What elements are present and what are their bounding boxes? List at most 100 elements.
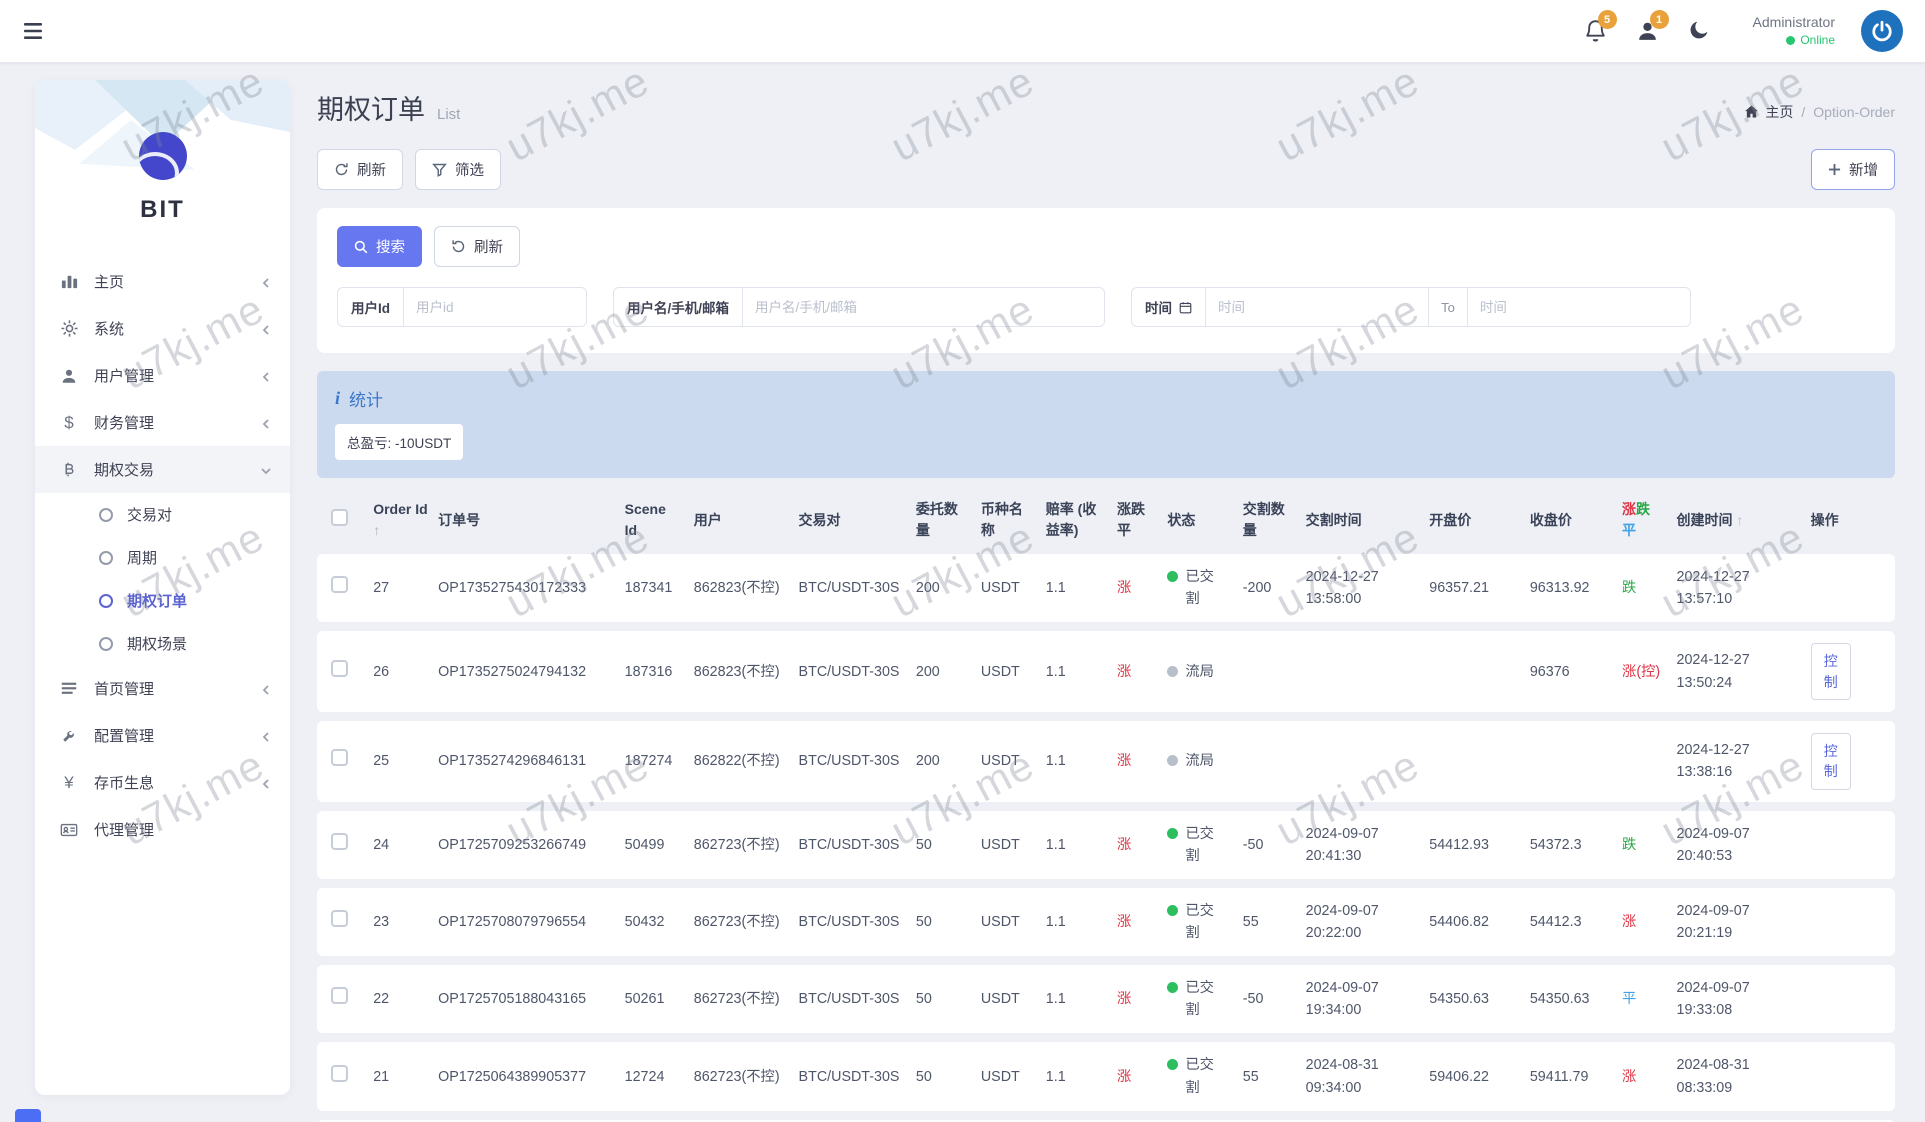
cell-open-price: 96357.21 xyxy=(1421,554,1522,622)
statistics-title: 统计 xyxy=(349,386,383,411)
cell-user: 862823(不控) xyxy=(686,631,791,712)
cell-settle-time xyxy=(1298,631,1422,712)
status-dot xyxy=(1167,1059,1178,1070)
time-end-input[interactable] xyxy=(1468,288,1690,326)
dark-mode-moon-icon[interactable] xyxy=(1687,18,1713,44)
sidebar-item-staking[interactable]: ¥ 存币生息 xyxy=(35,759,290,806)
gear-icon xyxy=(59,319,79,339)
cell-open-price: 54412.93 xyxy=(1421,811,1522,879)
row-checkbox[interactable] xyxy=(331,576,348,593)
chevron-left-icon xyxy=(260,370,272,382)
logo-icon xyxy=(139,132,187,180)
cell-action xyxy=(1803,965,1895,1033)
online-dot xyxy=(1786,36,1795,45)
col-created[interactable]: 创建时间 ↑ xyxy=(1669,495,1803,545)
bitcoin-icon xyxy=(59,460,79,480)
add-button[interactable]: 新增 xyxy=(1811,149,1895,190)
cell-settle-time: 2024-09-07 19:34:00 xyxy=(1298,965,1422,1033)
sidebar-item-config[interactable]: 配置管理 xyxy=(35,712,290,759)
funnel-icon xyxy=(432,162,447,177)
cell-odds: 1.1 xyxy=(1038,811,1109,879)
status-dot xyxy=(1167,666,1178,677)
cell-close-price: 54350.63 xyxy=(1522,965,1614,1033)
sidebar-subitem-periods[interactable]: 周期 xyxy=(35,536,290,579)
col-order-no: 订单号 xyxy=(430,495,617,545)
cell-created: 2024-09-07 20:21:19 xyxy=(1669,888,1803,956)
table-row: 24 OP1725709253266749 50499 862723(不控) B… xyxy=(317,811,1895,879)
sidebar-item-home[interactable]: 主页 xyxy=(35,258,290,305)
user-id-filter: 用户Id xyxy=(337,287,587,327)
cell-status: 已交割 xyxy=(1159,888,1234,956)
circle-icon xyxy=(99,637,113,651)
cell-odds: 1.1 xyxy=(1038,721,1109,802)
col-action: 操作 xyxy=(1803,495,1895,545)
cell-open-price: 54406.82 xyxy=(1421,888,1522,956)
cell-odds: 1.1 xyxy=(1038,554,1109,622)
row-checkbox[interactable] xyxy=(331,1065,348,1082)
calendar-icon xyxy=(1179,301,1192,314)
sidebar-item-agents[interactable]: 代理管理 xyxy=(35,806,290,853)
cell-created: 2024-08-31 08:33:09 xyxy=(1669,1042,1803,1110)
row-checkbox[interactable] xyxy=(331,660,348,677)
breadcrumb-home-link[interactable]: 主页 xyxy=(1744,102,1793,122)
cell-action xyxy=(1803,1042,1895,1110)
user-name-label: 用户名/手机/邮箱 xyxy=(614,288,743,326)
sidebar-item-finance[interactable]: $ 财务管理 xyxy=(35,399,290,446)
cell-direction: 涨 xyxy=(1109,554,1159,622)
filter-button[interactable]: 筛选 xyxy=(415,149,501,190)
chevron-down-icon xyxy=(260,464,272,476)
cell-open-price xyxy=(1421,721,1522,802)
cell-user: 862823(不控) xyxy=(686,554,791,622)
sidebar-subitem-option-orders[interactable]: 期权订单 xyxy=(35,579,290,622)
row-checkbox[interactable] xyxy=(331,749,348,766)
cell-pair: BTC/USDT-30S xyxy=(791,811,908,879)
topbar: 5 1 Administrator Online xyxy=(0,0,1925,62)
col-updown: 涨跌平 xyxy=(1614,495,1668,545)
sidebar-item-homepage-mgmt[interactable]: 首页管理 xyxy=(35,665,290,712)
toolbar: 刷新 筛选 新增 xyxy=(317,149,1895,190)
row-checkbox[interactable] xyxy=(331,833,348,850)
hamburger-menu-icon[interactable] xyxy=(22,19,46,43)
row-checkbox[interactable] xyxy=(331,910,348,927)
select-all-checkbox[interactable] xyxy=(331,509,348,526)
sidebar-item-options-trading[interactable]: 期权交易 xyxy=(35,446,290,493)
row-checkbox[interactable] xyxy=(331,987,348,1004)
cell-settle-time: 2024-12-27 13:58:00 xyxy=(1298,554,1422,622)
cell-user: 862723(不控) xyxy=(686,811,791,879)
cell-coin: USDT xyxy=(973,965,1038,1033)
table-row: 21 OP1725064389905377 12724 862723(不控) B… xyxy=(317,1042,1895,1110)
reset-button[interactable]: 刷新 xyxy=(434,226,520,267)
control-button[interactable]: 控制 xyxy=(1811,643,1851,700)
sidebar-subitem-trading-pairs[interactable]: 交易对 xyxy=(35,493,290,536)
chevron-left-icon xyxy=(260,730,272,742)
logout-power-button[interactable] xyxy=(1861,10,1903,52)
table-header-row: Order Id↑ 订单号 Scene Id 用户 交易对 委托数量 币种名称 … xyxy=(317,495,1895,545)
cell-direction: 涨 xyxy=(1109,721,1159,802)
user-id-input[interactable] xyxy=(404,288,587,326)
cell-scene-id: 187274 xyxy=(617,721,686,802)
cell-user: 862723(不控) xyxy=(686,1042,791,1110)
sidebar-item-users[interactable]: 用户管理 xyxy=(35,352,290,399)
cell-result: 涨(控) xyxy=(1614,631,1668,712)
chevron-left-icon xyxy=(260,417,272,429)
col-settle-amount: 交割数量 xyxy=(1235,495,1298,545)
search-icon xyxy=(354,240,368,254)
cell-order-no: OP1725705188043165 xyxy=(430,965,617,1033)
control-button[interactable]: 控制 xyxy=(1811,733,1851,790)
search-button[interactable]: 搜索 xyxy=(337,226,422,267)
cell-direction: 涨 xyxy=(1109,1042,1159,1110)
col-order-id[interactable]: Order Id↑ xyxy=(365,495,430,545)
refresh-button[interactable]: 刷新 xyxy=(317,149,403,190)
cell-amount: 50 xyxy=(908,965,973,1033)
sidebar-subitem-option-scenes[interactable]: 期权场景 xyxy=(35,622,290,665)
cell-settle-time xyxy=(1298,721,1422,802)
user-requests-icon[interactable]: 1 xyxy=(1635,18,1661,44)
time-start-input[interactable] xyxy=(1206,288,1428,326)
cell-amount: 50 xyxy=(908,811,973,879)
cell-odds: 1.1 xyxy=(1038,888,1109,956)
corner-chip xyxy=(15,1109,41,1122)
notifications-bell-icon[interactable]: 5 xyxy=(1583,18,1609,44)
sidebar-item-system[interactable]: 系统 xyxy=(35,305,290,352)
cell-coin: USDT xyxy=(973,888,1038,956)
user-name-input[interactable] xyxy=(743,288,1104,326)
